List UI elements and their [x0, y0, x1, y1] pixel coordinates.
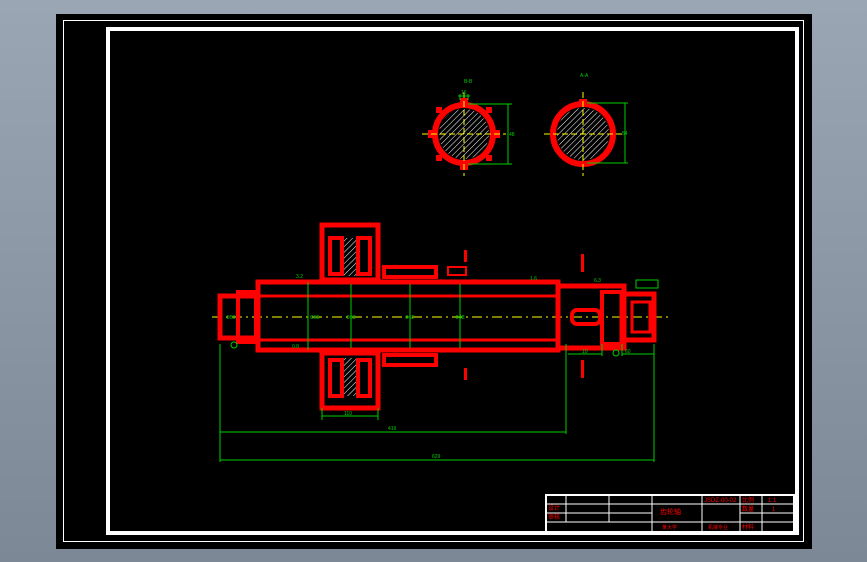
title-qty-label: 数量 — [742, 505, 754, 513]
section-label-right: A-A — [580, 73, 589, 79]
title-class: 机械专业 — [708, 524, 728, 531]
dim-right-section-height: 54 — [622, 131, 628, 137]
cad-drawing: B-B 16 48 A-A 54 Φ55 Φ58 Φ62 Φ48 Φ50 3.2… — [212, 73, 795, 533]
dim-right-step-1: 10 — [582, 349, 588, 355]
dim-gear-width: 110 — [344, 411, 352, 417]
roughness-2: 1.6 — [530, 276, 537, 282]
dim-overall-length: 629 — [432, 454, 441, 460]
drawing-viewport[interactable]: B-B 16 48 A-A 54 Φ55 Φ58 Φ62 Φ48 Φ50 3.2… — [56, 14, 812, 549]
dim-diameter-3: Φ62 — [405, 315, 415, 321]
dim-left-section-height: 48 — [509, 132, 515, 138]
title-part-name: 齿轮轴 — [660, 507, 681, 516]
dim-diameter-5: Φ50 — [226, 315, 236, 321]
title-drawing-no: JSDZ-00-02 — [704, 498, 737, 504]
title-designer-label: 设计 — [548, 504, 560, 512]
section-label-left: B-B — [464, 79, 473, 85]
title-material-label: 材料 — [742, 523, 754, 531]
dim-diameter-1: Φ55 — [310, 315, 320, 321]
roughness-4: 0.8 — [292, 344, 299, 350]
title-checker-label: 审核 — [548, 513, 560, 521]
section-b-b: B-B 16 48 — [422, 79, 515, 176]
title-scale-value: 1:1 — [768, 498, 777, 504]
dim-diameter-2: Φ58 — [346, 315, 356, 321]
dim-span-mid: 419 — [388, 426, 397, 432]
section-a-a: A-A 54 — [544, 73, 628, 176]
shaft-main-view: Φ55 Φ58 Φ62 Φ48 Φ50 3.2 1.6 6.3 0.8 110 … — [212, 222, 668, 462]
title-school: 某大学 — [662, 524, 677, 531]
dim-right-step-2: 60 — [625, 349, 631, 355]
roughness-3: 6.3 — [594, 278, 601, 284]
dim-left-section-width: 16 — [461, 90, 467, 96]
dim-diameter-4: Φ48 — [455, 315, 465, 321]
title-scale-label: 比例 — [742, 496, 754, 504]
roughness-1: 3.2 — [296, 274, 303, 280]
